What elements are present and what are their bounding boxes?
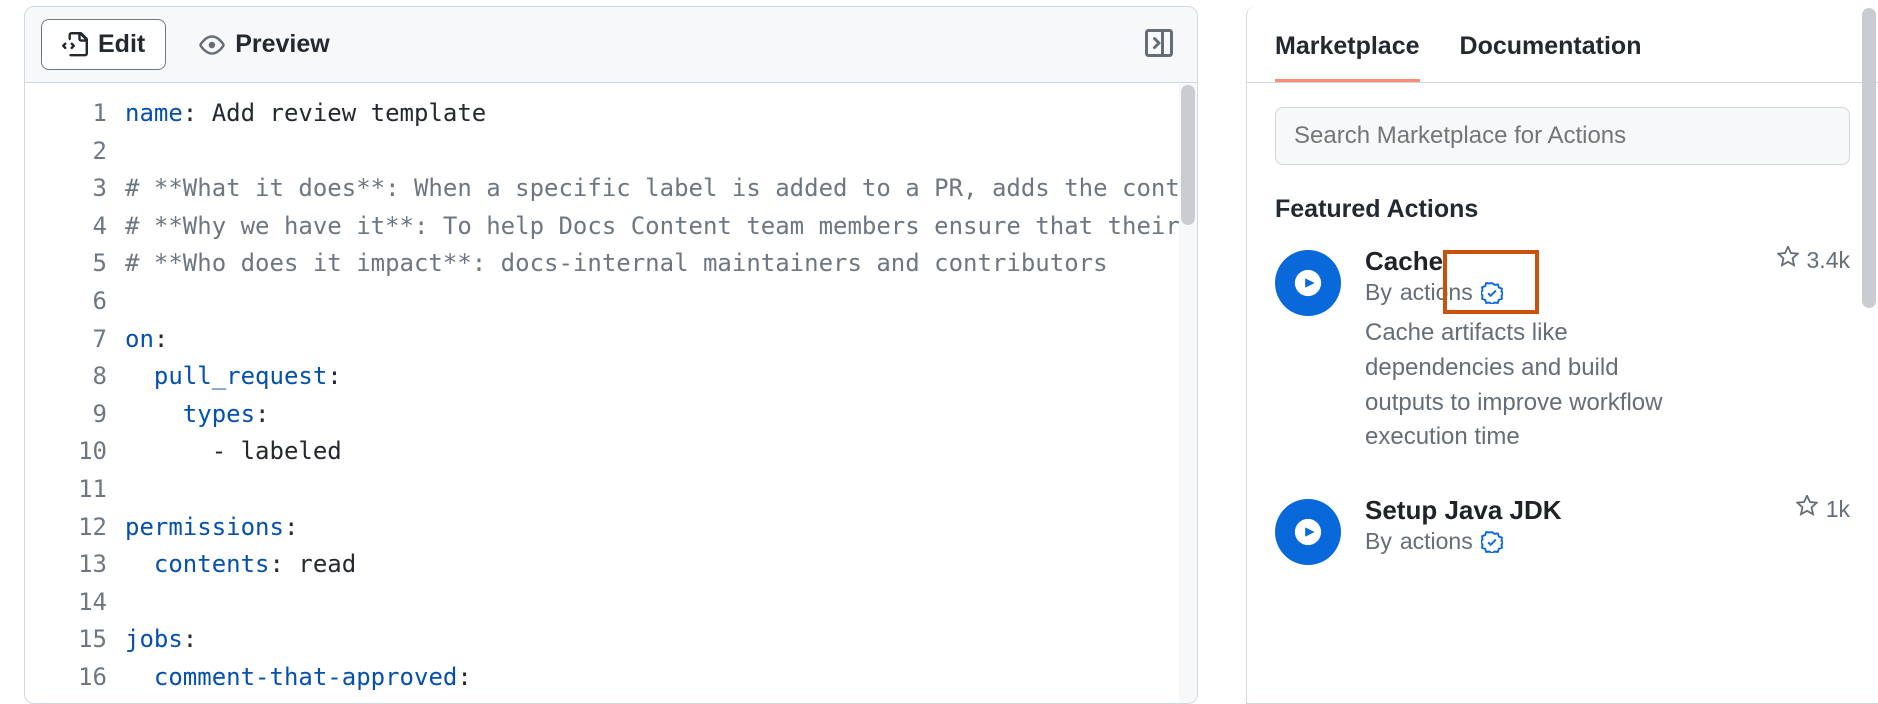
sidebar-collapse-icon (1143, 47, 1175, 62)
line-number: 4 (25, 208, 107, 246)
search-input[interactable] (1275, 107, 1850, 165)
code-comment: # **What it does**: When a specific labe… (125, 174, 1197, 202)
line-number: 10 (25, 433, 107, 471)
line-number: 3 (25, 170, 107, 208)
code-file-icon (62, 32, 88, 58)
action-header: Setup Java JDK By actions (1365, 495, 1850, 555)
code-text: : (255, 400, 269, 428)
action-star-count: 3.4k (1807, 247, 1850, 274)
code-text: : read (270, 550, 357, 578)
action-avatar-icon (1275, 250, 1341, 316)
action-description: Cache artifacts like dependencies and bu… (1365, 316, 1685, 455)
code-text: - labeled (125, 437, 342, 465)
action-stars: 1k (1796, 495, 1850, 523)
line-gutter: 1 2 3 4 5 6 7 8 9 10 11 12 13 14 15 16 (25, 83, 125, 703)
line-number: 2 (25, 133, 107, 171)
editor-scrollbar[interactable] (1179, 83, 1197, 703)
action-by-prefix: By (1365, 279, 1392, 306)
edit-tab-label: Edit (98, 30, 145, 59)
line-number: 6 (25, 283, 107, 321)
action-title: Cache (1365, 246, 1503, 277)
code-text: : Add review template (183, 99, 486, 127)
preview-tab[interactable]: Preview (178, 19, 351, 70)
editor-panel: Edit Preview 1 2 3 4 5 6 7 8 9 1 (24, 6, 1198, 704)
code-key: contents (154, 550, 270, 578)
side-body: Featured Actions Cache By actions (1247, 83, 1878, 703)
code-key: permissions (125, 513, 284, 541)
code-text: : (327, 362, 341, 390)
code-key: jobs (125, 625, 183, 653)
line-number: 14 (25, 584, 107, 622)
action-header: Cache By actions (1365, 246, 1850, 306)
line-number: 16 (25, 659, 107, 697)
toggle-panel-button[interactable] (1137, 21, 1181, 68)
code-text: : (154, 325, 168, 353)
code-key: comment-that-approved (154, 663, 457, 691)
code-key: on (125, 325, 154, 353)
scrollbar-thumb[interactable] (1862, 8, 1876, 308)
action-stars: 3.4k (1777, 246, 1850, 274)
code-key: name (125, 99, 183, 127)
editor-tab-group: Edit Preview (41, 19, 351, 70)
line-number: 7 (25, 321, 107, 359)
action-card[interactable]: Cache By actions (1275, 246, 1850, 455)
edit-tab[interactable]: Edit (41, 19, 166, 70)
side-scrollbar[interactable] (1860, 6, 1878, 704)
code-comment: # **Why we have it**: To help Docs Conte… (125, 212, 1197, 240)
action-body: Cache By actions (1365, 246, 1850, 455)
action-body: Setup Java JDK By actions (1365, 495, 1850, 565)
code-editor[interactable]: 1 2 3 4 5 6 7 8 9 10 11 12 13 14 15 16 n… (25, 83, 1197, 703)
verified-badge-icon (1481, 282, 1503, 304)
line-number: 15 (25, 621, 107, 659)
code-text: : (284, 513, 298, 541)
code-text: : (183, 625, 197, 653)
star-icon (1777, 246, 1799, 274)
side-tabs: Marketplace Documentation (1247, 6, 1878, 83)
line-number: 11 (25, 471, 107, 509)
line-number: 9 (25, 396, 107, 434)
tab-marketplace[interactable]: Marketplace (1275, 32, 1420, 82)
side-panel-wrap: Marketplace Documentation Featured Actio… (1246, 6, 1878, 704)
line-number: 12 (25, 509, 107, 547)
action-title: Setup Java JDK (1365, 495, 1562, 526)
tab-documentation[interactable]: Documentation (1460, 32, 1642, 82)
code-content[interactable]: name: Add review template # **What it do… (125, 83, 1197, 703)
featured-actions-heading: Featured Actions (1275, 195, 1850, 224)
code-key: pull_request (154, 362, 327, 390)
line-number: 5 (25, 245, 107, 283)
action-by-prefix: By (1365, 528, 1392, 555)
star-icon (1796, 495, 1818, 523)
code-text: : (457, 663, 471, 691)
line-number: 1 (25, 95, 107, 133)
eye-icon (199, 32, 225, 58)
line-number: 13 (25, 546, 107, 584)
action-byline: By actions (1365, 279, 1503, 306)
preview-tab-label: Preview (235, 30, 330, 59)
action-card[interactable]: Setup Java JDK By actions (1275, 495, 1850, 565)
action-avatar-icon (1275, 499, 1341, 565)
code-comment: # **Who does it impact**: docs-internal … (125, 249, 1108, 277)
scrollbar-thumb[interactable] (1181, 85, 1195, 225)
editor-toolbar: Edit Preview (25, 7, 1197, 83)
action-by-author: actions (1400, 528, 1473, 555)
action-byline: By actions (1365, 528, 1562, 555)
action-by-author: actions (1400, 279, 1473, 306)
verified-badge-icon (1481, 531, 1503, 553)
marketplace-panel: Marketplace Documentation Featured Actio… (1246, 6, 1878, 704)
action-star-count: 1k (1826, 496, 1850, 523)
code-key: types (183, 400, 255, 428)
line-number: 8 (25, 358, 107, 396)
